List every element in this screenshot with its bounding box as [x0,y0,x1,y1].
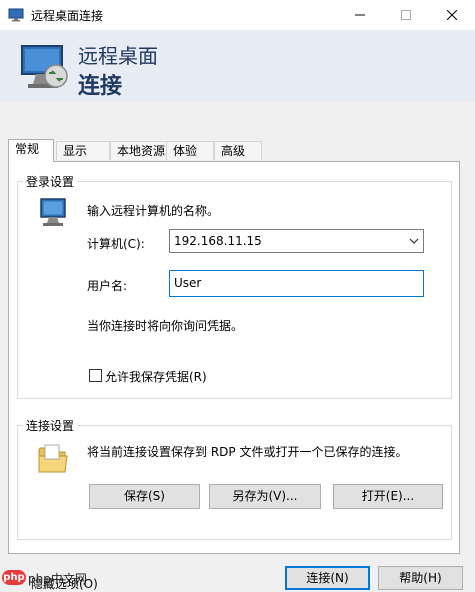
close-icon [447,10,457,20]
computer-label: 计算机(C): [87,237,145,251]
computer-value: 192.168.11.15 [174,234,262,248]
maximize-button[interactable] [383,0,429,30]
remote-desktop-icon [21,45,68,88]
remote-desktop-icon [8,8,24,22]
minimize-button[interactable] [337,0,383,30]
title-bar: 远程桌面连接 [0,0,475,30]
connection-settings-label: 连接设置 [23,417,78,434]
tab-display[interactable]: 显示 [56,141,110,160]
tab-panel-general: 登录设置 输入远程计算机的名称。 计算机(C): 192.168.11.15 用… [8,161,460,554]
remote-desktop-window: 远程桌面连接 远程桌面 连接 常规 显示 本地资源 体验 高级 登录设置 输入远… [0,0,475,591]
header-banner: 远程桌面 连接 [0,30,475,102]
header-title-line1: 远程桌面 [78,44,158,68]
login-settings-label: 登录设置 [23,173,78,190]
header-title-line2: 连接 [78,74,123,99]
chevron-down-icon [409,238,419,244]
window-title: 远程桌面连接 [31,9,104,23]
watermark-text: php中文网 [28,572,87,586]
maximize-icon [401,10,411,20]
tab-general[interactable]: 常规 [8,139,54,162]
save-button[interactable]: 保存(S) [89,484,200,509]
help-button[interactable]: 帮助(H) [378,566,463,590]
username-label: 用户名: [87,279,128,293]
folder-icon [38,444,68,473]
site-watermark: php php中文网 [2,568,88,587]
computer-icon [40,198,66,226]
open-button[interactable]: 打开(E)... [333,484,443,509]
tab-advanced[interactable]: 高级 [214,141,262,160]
close-button[interactable] [429,0,475,30]
username-field[interactable]: User [169,270,424,297]
connection-description: 将当前连接设置保存到 RDP 文件或打开一个已保存的连接。 [87,445,408,459]
username-value: User [174,276,202,290]
computer-combobox[interactable]: 192.168.11.15 [169,229,424,253]
save-as-button[interactable]: 另存为(V)... [209,484,321,509]
save-credentials-checkbox[interactable] [89,369,102,382]
connect-button[interactable]: 连接(N) [285,566,370,590]
login-instruction: 输入远程计算机的名称。 [87,204,220,218]
save-credentials-label[interactable]: 允许我保存凭据(R) [105,368,207,385]
minimize-icon [355,14,365,16]
tab-experience[interactable]: 体验 [166,141,214,160]
watermark-badge: php [2,570,26,585]
credential-note: 当你连接时将向你询问凭据。 [87,319,244,333]
